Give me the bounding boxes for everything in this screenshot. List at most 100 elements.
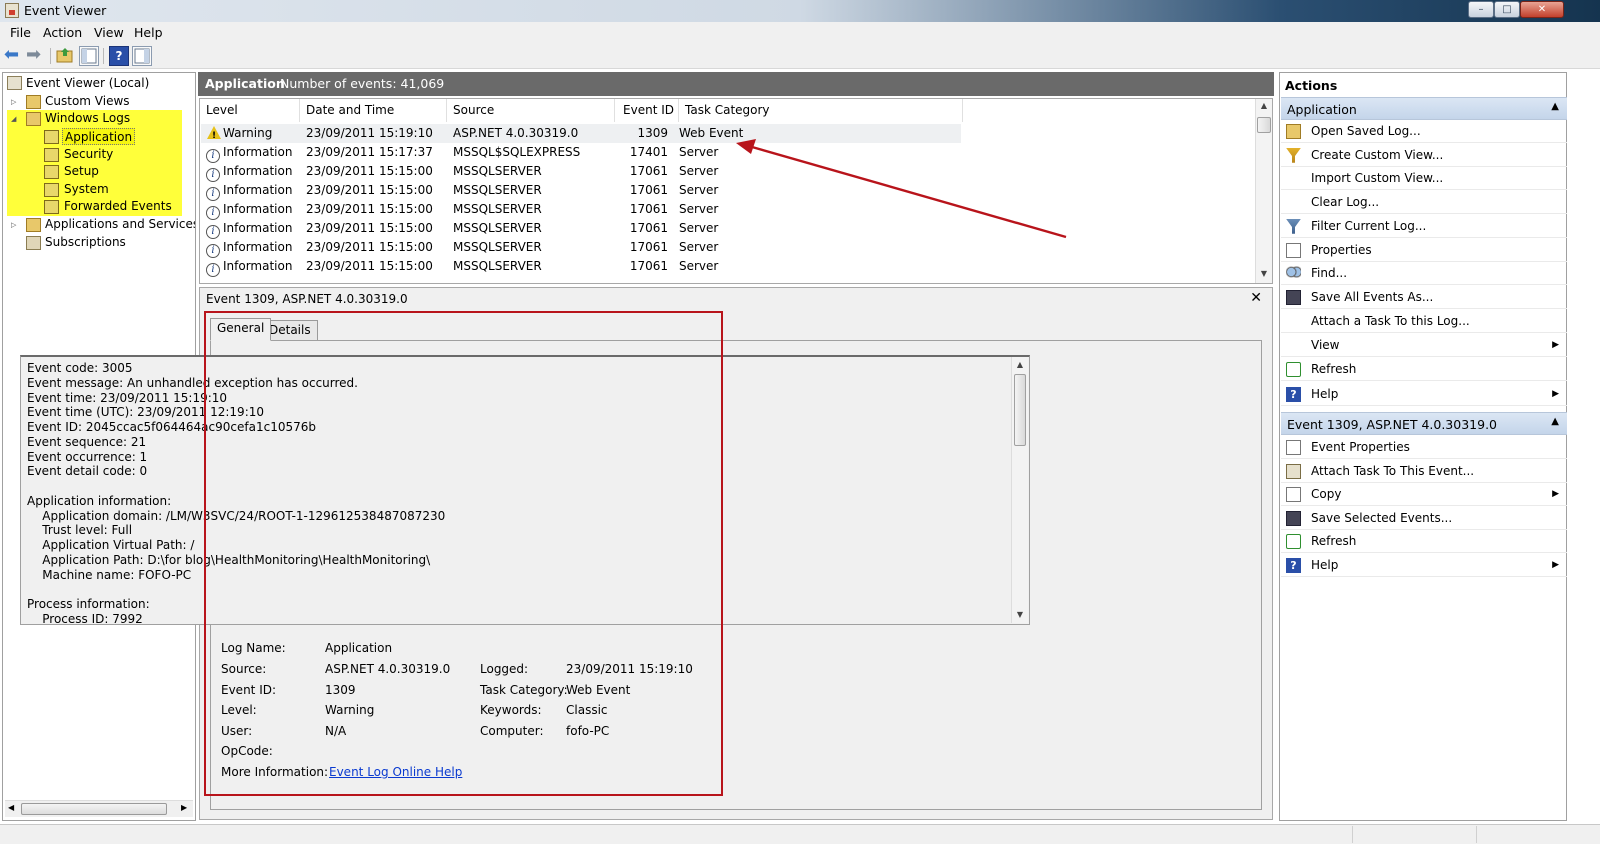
close-button[interactable]: ✕ <box>1520 1 1564 18</box>
scroll-left-icon[interactable]: ◀ <box>8 803 14 812</box>
action-item[interactable]: Filter Current Log... <box>1281 215 1567 238</box>
forward-arrow-icon[interactable]: ➡ <box>26 46 46 66</box>
refresh-icon <box>1286 534 1301 550</box>
menu-view[interactable]: View <box>94 25 124 40</box>
tree-horizontal-scrollbar[interactable]: ◀ ▶ <box>5 800 193 817</box>
properties-icon <box>1286 242 1301 258</box>
event-datetime: 23/09/2011 15:15:00 <box>306 259 433 273</box>
tree-label: Security <box>64 147 114 161</box>
tree-log-setup[interactable]: Setup <box>7 163 182 181</box>
action-item[interactable]: Create Custom View... <box>1281 144 1567 167</box>
message-vertical-scrollbar[interactable]: ▲ ▼ <box>1011 357 1028 623</box>
folder-icon <box>26 218 41 232</box>
message-line: Event occurrence: 1 <box>27 449 148 464</box>
scroll-down-icon[interactable]: ▼ <box>1256 269 1272 278</box>
open-saved-log-icon <box>1286 124 1301 139</box>
actions-section-event[interactable]: Event 1309, ASP.NET 4.0.30319.0 ▲ <box>1281 412 1567 435</box>
tree-log-security[interactable]: Security <box>7 146 182 164</box>
action-label: Event Properties <box>1311 440 1410 454</box>
scrollbar-thumb[interactable] <box>1014 374 1026 446</box>
action-item[interactable]: Properties <box>1281 239 1567 262</box>
blank-icon <box>1286 195 1301 210</box>
information-icon: i <box>206 206 220 220</box>
scrollbar-thumb[interactable] <box>1257 117 1271 133</box>
warning-icon <box>207 126 221 145</box>
action-label: Save Selected Events... <box>1311 510 1453 525</box>
action-label: Attach Task To This Event... <box>1311 463 1475 478</box>
event-viewer-app-icon <box>5 3 19 18</box>
message-line: Event sequence: 21 <box>27 434 147 449</box>
action-item[interactable]: Attach a Task To this Log... <box>1281 310 1567 333</box>
toolbar-separator <box>103 48 104 64</box>
column-header-source[interactable]: Source <box>447 99 615 122</box>
close-icon[interactable]: ✕ <box>1250 290 1262 306</box>
menu-action[interactable]: Action <box>43 25 82 40</box>
maximize-button[interactable]: □ <box>1494 1 1520 18</box>
event-level: Information <box>223 240 293 254</box>
information-icon: i <box>206 263 220 277</box>
tree-subscriptions[interactable]: Subscriptions <box>7 234 193 252</box>
action-item[interactable]: Save Selected Events... <box>1281 507 1567 530</box>
action-item[interactable]: Refresh <box>1281 358 1567 382</box>
tree-log-system[interactable]: System <box>7 181 182 199</box>
minimize-button[interactable]: – <box>1468 1 1494 18</box>
column-header-datetime[interactable]: Date and Time <box>300 99 447 122</box>
tree-custom-views[interactable]: ▷ Custom Views <box>7 93 193 111</box>
scroll-right-icon[interactable]: ▶ <box>181 803 187 812</box>
event-category: Server <box>679 164 719 178</box>
action-item[interactable]: Save All Events As... <box>1281 286 1567 309</box>
column-header-event-id[interactable]: Event ID <box>615 99 679 122</box>
submenu-arrow-icon: ▶ <box>1552 388 1559 399</box>
action-item[interactable]: Attach Task To This Event... <box>1281 460 1567 483</box>
attach-task-icon <box>1286 463 1301 479</box>
column-header-level[interactable]: Level <box>200 99 300 122</box>
collapse-caret-icon[interactable]: ▲ <box>1551 416 1559 427</box>
scrollbar-thumb[interactable] <box>21 803 167 815</box>
action-label: Clear Log... <box>1311 195 1380 210</box>
help-icon[interactable]: ? <box>109 46 129 66</box>
tree-log-forwarded[interactable]: Forwarded Events <box>7 198 182 216</box>
menu-help[interactable]: Help <box>134 25 163 40</box>
status-bar <box>0 824 1600 844</box>
actions-section-application[interactable]: Application ▲ <box>1281 97 1567 120</box>
event-level: Information <box>223 183 293 197</box>
tree-log-application[interactable]: Application <box>7 128 182 146</box>
action-item[interactable]: ? Help ▶ <box>1281 383 1567 406</box>
show-hide-tree-icon[interactable] <box>79 46 99 66</box>
folder-up-icon[interactable] <box>56 46 76 66</box>
back-arrow-icon[interactable]: ⬅ <box>4 46 24 66</box>
tree-label: Windows Logs <box>45 111 131 125</box>
action-item[interactable]: Refresh <box>1281 530 1567 554</box>
event-row[interactable]: i Information 23/09/2011 15:15:00 MSSQLS… <box>201 257 961 277</box>
tree-label: Setup <box>64 164 99 178</box>
tree-root[interactable]: Event Viewer (Local) <box>7 75 193 93</box>
action-item[interactable]: Import Custom View... <box>1281 167 1567 191</box>
column-header-task-category[interactable]: Task Category <box>679 99 963 122</box>
information-icon: i <box>206 244 220 258</box>
tab-general[interactable]: General <box>210 318 272 341</box>
blank-icon <box>1286 314 1301 329</box>
message-line: Trust level: Full <box>27 523 133 538</box>
collapse-arrow-icon[interactable]: ◢ <box>11 111 16 128</box>
action-item[interactable]: View ▶ <box>1281 334 1567 357</box>
action-item[interactable]: Copy ▶ <box>1281 483 1567 507</box>
event-list-vertical-scrollbar[interactable]: ▲ ▼ <box>1255 99 1272 283</box>
action-item[interactable]: Event Properties <box>1281 436 1567 459</box>
tree-apps-services[interactable]: ▷ Applications and Services Lo <box>7 216 195 234</box>
action-item[interactable]: ? Help ▶ <box>1281 554 1567 577</box>
event-count: Number of events: 41,069 <box>280 76 445 91</box>
menu-file[interactable]: File <box>10 25 31 40</box>
log-icon <box>44 148 59 162</box>
action-item[interactable]: Open Saved Log... <box>1281 120 1567 143</box>
tree-windows-logs[interactable]: ◢ Windows Logs <box>7 110 182 128</box>
expand-arrow-icon[interactable]: ▷ <box>11 217 16 234</box>
scroll-down-icon[interactable]: ▼ <box>1012 610 1028 619</box>
collapse-caret-icon[interactable]: ▲ <box>1551 101 1559 112</box>
expand-arrow-icon[interactable]: ▷ <box>11 94 16 111</box>
event-category: Server <box>679 145 719 159</box>
action-item[interactable]: Find... <box>1281 262 1567 286</box>
action-item[interactable]: Clear Log... <box>1281 191 1567 215</box>
show-hide-action-icon[interactable] <box>132 46 152 66</box>
scroll-up-icon[interactable]: ▲ <box>1012 360 1028 369</box>
scroll-up-icon[interactable]: ▲ <box>1256 101 1272 110</box>
